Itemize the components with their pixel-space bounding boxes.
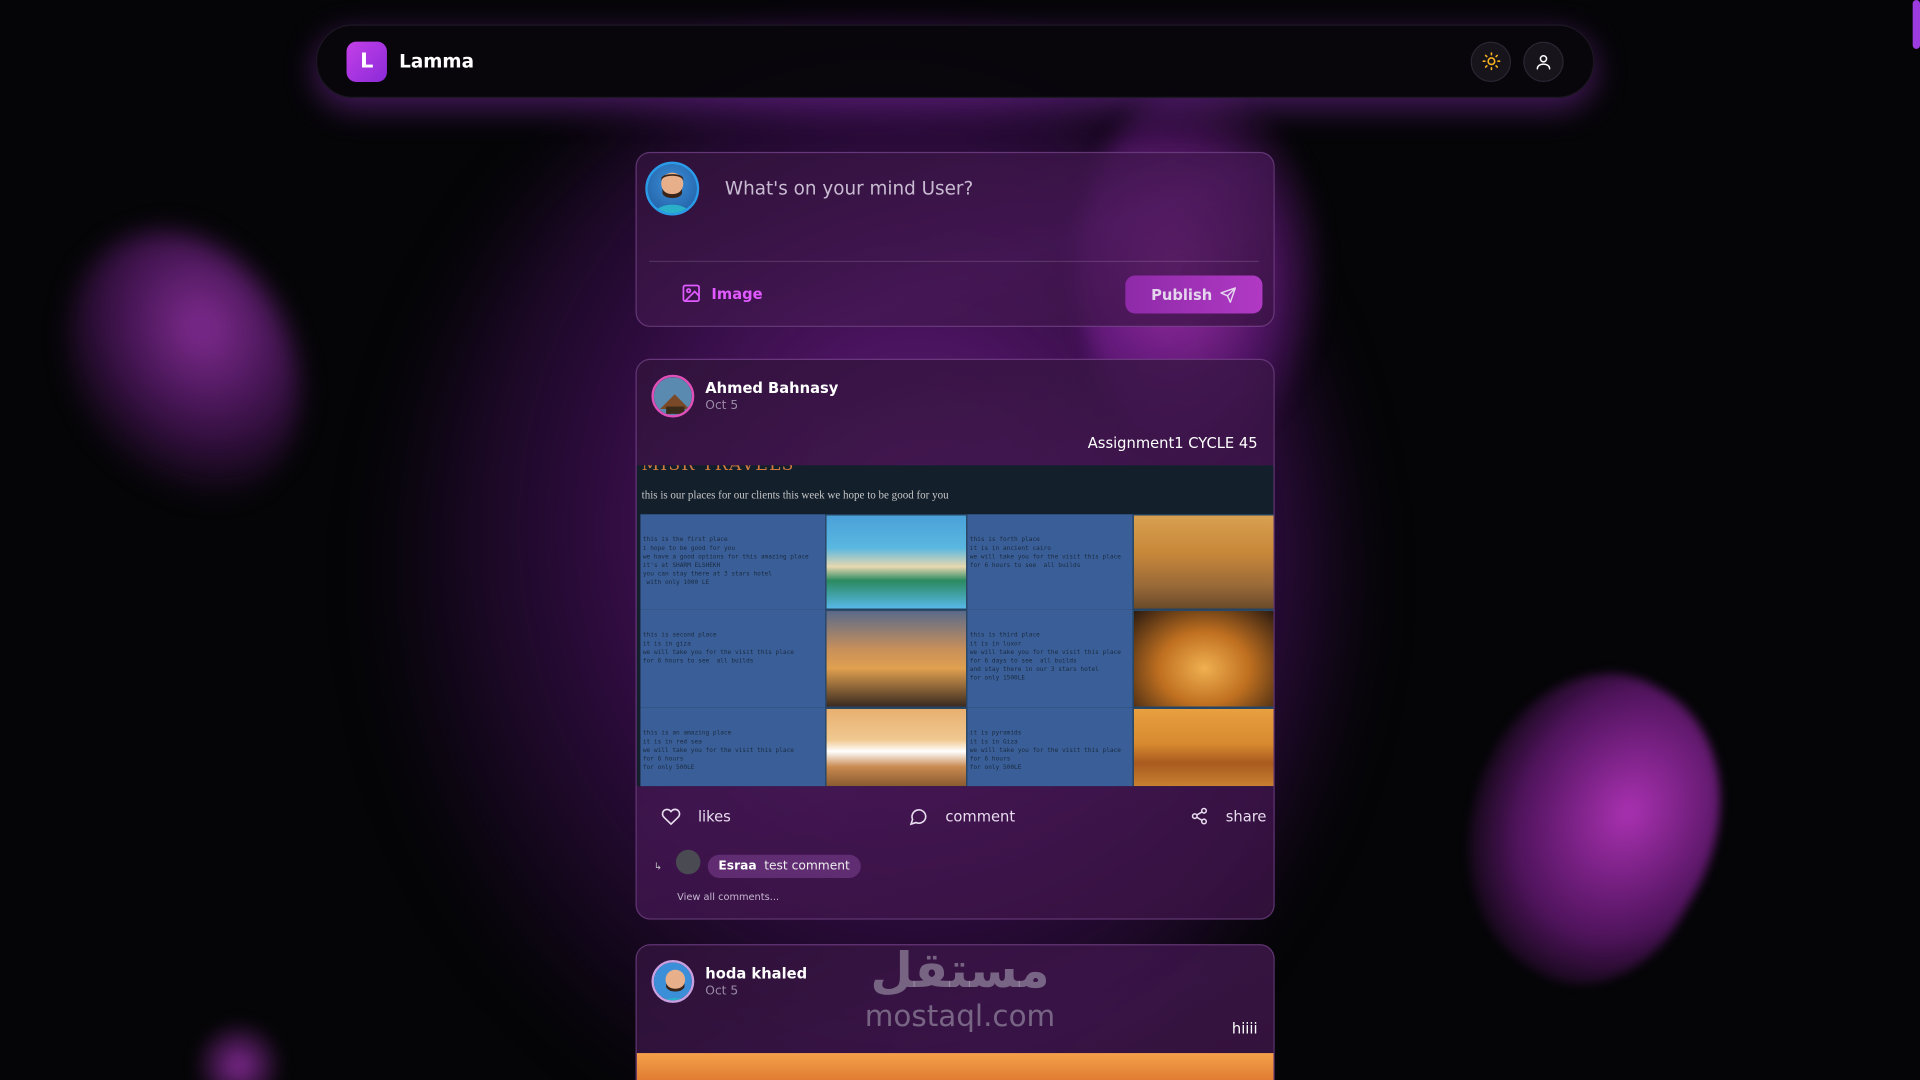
post-text: Assignment1 CYCLE 45 xyxy=(1087,434,1258,452)
background-blob-right xyxy=(1409,632,1775,1021)
image-cell-text: it is pyramids it is in Giza we will tak… xyxy=(967,707,1133,787)
background-blob-bottom-left xyxy=(195,1022,282,1080)
post-date: Oct 5 xyxy=(705,984,739,998)
profile-button[interactable] xyxy=(1523,41,1564,82)
background-blob-left xyxy=(24,193,344,542)
share-button[interactable]: share xyxy=(1190,807,1266,825)
post-input[interactable]: What's on your mind User? xyxy=(725,178,973,200)
post-card: Ahmed Bahnasy Oct 5 Assignment1 CYCLE 45… xyxy=(635,358,1275,920)
commenter-avatar[interactable] xyxy=(675,849,701,874)
post-composer: What's on your mind User? Image Publish xyxy=(635,151,1275,327)
comment-button[interactable]: comment xyxy=(909,807,1016,827)
author-name[interactable]: hoda khaled xyxy=(705,965,807,982)
image-cell-text: this is the first place i hope to be goo… xyxy=(640,514,826,610)
share-label: share xyxy=(1225,807,1267,825)
author-avatar[interactable] xyxy=(651,374,695,418)
image-cell-text: this is forth place it is in ancient cai… xyxy=(967,514,1133,610)
image-subheading: this is our places for our clients this … xyxy=(641,488,949,501)
post-date: Oct 5 xyxy=(705,399,739,413)
image-cell-text: this is second place it is in giza we wi… xyxy=(640,609,826,708)
image-cell-text: this is third place it is in luxor we wi… xyxy=(967,609,1133,708)
photo-cruise xyxy=(825,707,968,787)
top-navbar: L Lamma xyxy=(315,24,1595,98)
likes-label: likes xyxy=(697,808,731,826)
image-cell-text: this is an amazing place it is in red se… xyxy=(640,707,826,787)
photo-temple xyxy=(1132,609,1274,708)
sun-icon xyxy=(1481,52,1500,71)
photo-mosque xyxy=(1132,514,1274,610)
comment-item: ↳ Esraa test comment xyxy=(653,849,861,878)
commenter-name[interactable]: Esraa xyxy=(718,860,756,873)
view-all-comments-link[interactable]: View all comments... xyxy=(677,891,779,902)
photo-pyramids xyxy=(1132,707,1274,787)
publish-button[interactable]: Publish xyxy=(1125,275,1263,314)
user-avatar[interactable] xyxy=(645,161,700,216)
watermark-latin: mostaql.com xyxy=(864,999,1056,1034)
app-name[interactable]: Lamma xyxy=(399,50,474,72)
photo-beach xyxy=(825,514,968,610)
send-icon xyxy=(1220,286,1236,303)
publish-label: Publish xyxy=(1151,285,1213,304)
logo-icon[interactable]: L xyxy=(346,41,387,82)
user-avatar-illustration xyxy=(655,172,690,214)
like-button[interactable]: likes xyxy=(661,807,731,827)
share-icon xyxy=(1191,807,1208,825)
add-image-label: Image xyxy=(711,284,763,302)
comment-label: comment xyxy=(945,808,1016,826)
watermark-arabic: مستقل xyxy=(870,942,1050,1000)
author-avatar-illustration xyxy=(653,377,692,416)
composer-divider xyxy=(648,260,1259,263)
comment-text: test comment xyxy=(764,859,850,874)
heart-icon xyxy=(661,808,681,826)
comment-icon xyxy=(909,809,927,826)
post-actions: likes comment share xyxy=(637,807,1274,839)
watermark: مستقل mostaql.com xyxy=(844,943,1077,1034)
photo-sunset xyxy=(825,609,968,708)
add-image-button[interactable]: Image xyxy=(681,283,763,304)
author-name[interactable]: Ahmed Bahnasy xyxy=(705,380,838,397)
reply-arrow-icon: ↳ xyxy=(653,860,663,872)
scrollbar[interactable] xyxy=(1912,0,1920,49)
author-avatar-illustration xyxy=(653,962,692,1001)
image-heading: MISR TRAVELS xyxy=(641,465,795,476)
post-image[interactable] xyxy=(636,1053,1274,1080)
image-grid: this is the first place i hope to be goo… xyxy=(640,514,1274,787)
author-avatar[interactable] xyxy=(651,960,695,1003)
post-text: hiiii xyxy=(1231,1020,1258,1038)
user-icon xyxy=(1536,54,1551,69)
post-image[interactable]: MISR TRAVELS this is our places for our … xyxy=(636,465,1274,787)
theme-toggle-button[interactable] xyxy=(1470,41,1512,82)
image-icon xyxy=(682,284,700,302)
comment-bubble: Esraa test comment xyxy=(707,854,861,878)
